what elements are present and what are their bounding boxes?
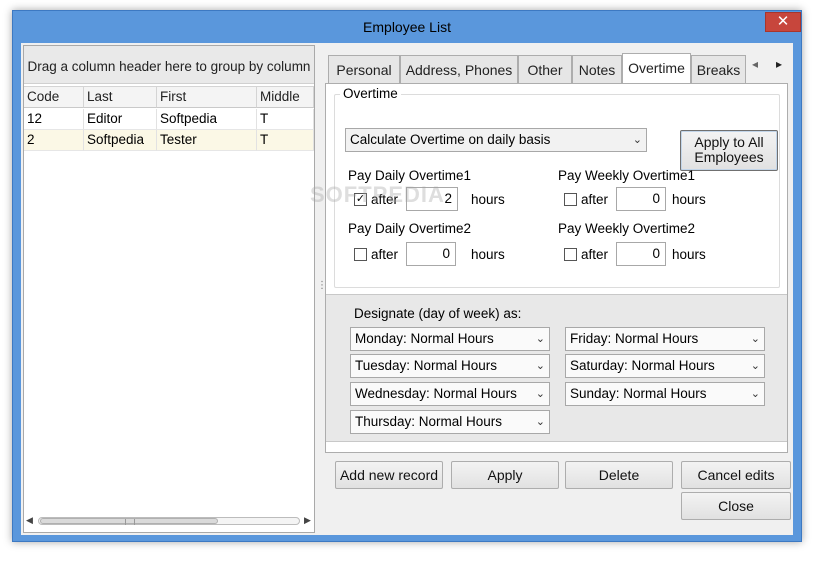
add-new-record-button[interactable]: Add new record — [335, 461, 443, 489]
friday-select[interactable]: Friday: Normal Hours ⌄ — [565, 327, 765, 351]
daily-overtime2-hours-input[interactable]: 0 — [406, 242, 456, 266]
monday-select[interactable]: Monday: Normal Hours ⌄ — [350, 327, 550, 351]
window-client-area: Drag a column header here to group by co… — [21, 43, 793, 535]
table-row-selected[interactable]: 2 Softpedia Tester T — [24, 130, 314, 151]
overtime-calc-mode-select[interactable]: Calculate Overtime on daily basis ⌄ — [345, 128, 647, 152]
app-window: Employee List ✕ Drag a column header her… — [12, 10, 802, 542]
title-bar[interactable]: Employee List ✕ — [13, 11, 801, 43]
splitter-handle[interactable]: ⋮ — [317, 281, 327, 313]
horizontal-scrollbar[interactable]: ◀ ▶ — [26, 512, 312, 530]
scroll-thumb[interactable] — [40, 518, 218, 525]
table-row[interactable]: 12 Editor Softpedia T — [24, 109, 314, 130]
grip-icon — [125, 519, 135, 525]
daily-overtime2-checkbox[interactable] — [354, 248, 367, 261]
wednesday-select[interactable]: Wednesday: Normal Hours ⌄ — [350, 382, 550, 406]
chevron-down-icon: ⌄ — [750, 333, 760, 345]
saturday-select-value: Saturday: Normal Hours — [570, 358, 715, 373]
delete-button[interactable]: Delete — [565, 461, 673, 489]
daily-overtime2-unit: hours — [471, 247, 505, 262]
column-header-last[interactable]: Last — [84, 86, 157, 108]
cell-first: Tester — [157, 130, 257, 151]
cell-middle: T — [257, 130, 314, 151]
apply-button[interactable]: Apply — [451, 461, 559, 489]
weekly-overtime2-after-label: after — [581, 247, 609, 262]
saturday-select[interactable]: Saturday: Normal Hours ⌄ — [565, 354, 765, 378]
column-header-code[interactable]: Code — [24, 86, 84, 108]
chevron-down-icon: ⌄ — [535, 333, 545, 345]
tab-scroll-left-icon[interactable]: ◂ — [752, 57, 758, 71]
cell-last: Softpedia — [84, 130, 157, 151]
group-by-panel[interactable]: Drag a column header here to group by co… — [24, 46, 314, 84]
thursday-select-value: Thursday: Normal Hours — [355, 414, 503, 429]
daily-overtime2-after-label: after — [371, 247, 399, 262]
cell-code: 2 — [24, 130, 84, 151]
cell-first: Softpedia — [157, 109, 257, 130]
weekly-overtime2-unit: hours — [672, 247, 706, 262]
column-header-first[interactable]: First — [157, 86, 257, 108]
employee-grid: Drag a column header here to group by co… — [23, 45, 315, 533]
thursday-select[interactable]: Thursday: Normal Hours ⌄ — [350, 410, 550, 434]
cell-middle: T — [257, 109, 314, 130]
window-close-button[interactable]: ✕ — [765, 12, 801, 32]
daily-overtime2-label: Pay Daily Overtime2 — [348, 221, 472, 236]
tab-address-phones[interactable]: Address, Phones — [400, 55, 518, 84]
weekly-overtime1-unit: hours — [672, 192, 706, 207]
window-title: Employee List — [363, 19, 451, 35]
daily-overtime1-unit: hours — [471, 192, 505, 207]
weekly-overtime1-after-label: after — [581, 192, 609, 207]
weekly-overtime1-hours-input[interactable]: 0 — [616, 187, 666, 211]
tab-personal[interactable]: Personal — [328, 55, 400, 84]
chevron-down-icon: ⌄ — [535, 416, 545, 428]
tab-scroll-right-icon[interactable]: ▸ — [776, 57, 782, 71]
scroll-left-arrow-icon[interactable]: ◀ — [26, 515, 33, 526]
cancel-edits-button[interactable]: Cancel edits — [681, 461, 791, 489]
apply-to-all-employees-button[interactable]: Apply to All Employees — [680, 130, 778, 171]
chevron-down-icon: ⌄ — [750, 360, 760, 372]
weekly-overtime2-label: Pay Weekly Overtime2 — [558, 221, 696, 236]
group-by-hint: Drag a column header here to group by co… — [27, 59, 311, 74]
column-header-middle[interactable]: Middle — [257, 86, 314, 108]
overtime-group-legend: Overtime — [340, 86, 401, 101]
cell-last: Editor — [84, 109, 157, 130]
weekly-overtime1-checkbox[interactable] — [564, 193, 577, 206]
friday-select-value: Friday: Normal Hours — [570, 331, 699, 346]
weekly-overtime2-hours-input[interactable]: 0 — [616, 242, 666, 266]
weekly-overtime1-label: Pay Weekly Overtime1 — [558, 168, 696, 183]
designate-day-group: Designate (day of week) as: Monday: Norm… — [326, 294, 787, 442]
chevron-down-icon: ⌄ — [535, 388, 545, 400]
tab-breaks[interactable]: Breaks — [691, 55, 746, 84]
scroll-right-arrow-icon[interactable]: ▶ — [304, 515, 311, 526]
chevron-down-icon: ⌄ — [535, 360, 545, 372]
designate-label: Designate (day of week) as: — [354, 306, 522, 321]
tuesday-select[interactable]: Tuesday: Normal Hours ⌄ — [350, 354, 550, 378]
chevron-down-icon: ⌄ — [750, 388, 760, 400]
overtime-tab-panel: Overtime Calculate Overtime on daily bas… — [325, 83, 788, 453]
chevron-down-icon: ⌄ — [632, 134, 642, 146]
daily-overtime1-label: Pay Daily Overtime1 — [348, 168, 472, 183]
sunday-select-value: Sunday: Normal Hours — [570, 386, 707, 401]
sunday-select[interactable]: Sunday: Normal Hours ⌄ — [565, 382, 765, 406]
cell-code: 12 — [24, 109, 84, 130]
close-button[interactable]: Close — [681, 492, 791, 520]
monday-select-value: Monday: Normal Hours — [355, 331, 494, 346]
tab-overtime[interactable]: Overtime — [622, 53, 691, 83]
tuesday-select-value: Tuesday: Normal Hours — [355, 358, 498, 373]
tab-notes[interactable]: Notes — [572, 55, 622, 84]
softpedia-watermark: SOFTPEDIA — [310, 182, 445, 207]
wednesday-select-value: Wednesday: Normal Hours — [355, 386, 517, 401]
overtime-calc-mode-value: Calculate Overtime on daily basis — [350, 132, 551, 147]
weekly-overtime2-checkbox[interactable] — [564, 248, 577, 261]
tab-other[interactable]: Other — [518, 55, 572, 84]
